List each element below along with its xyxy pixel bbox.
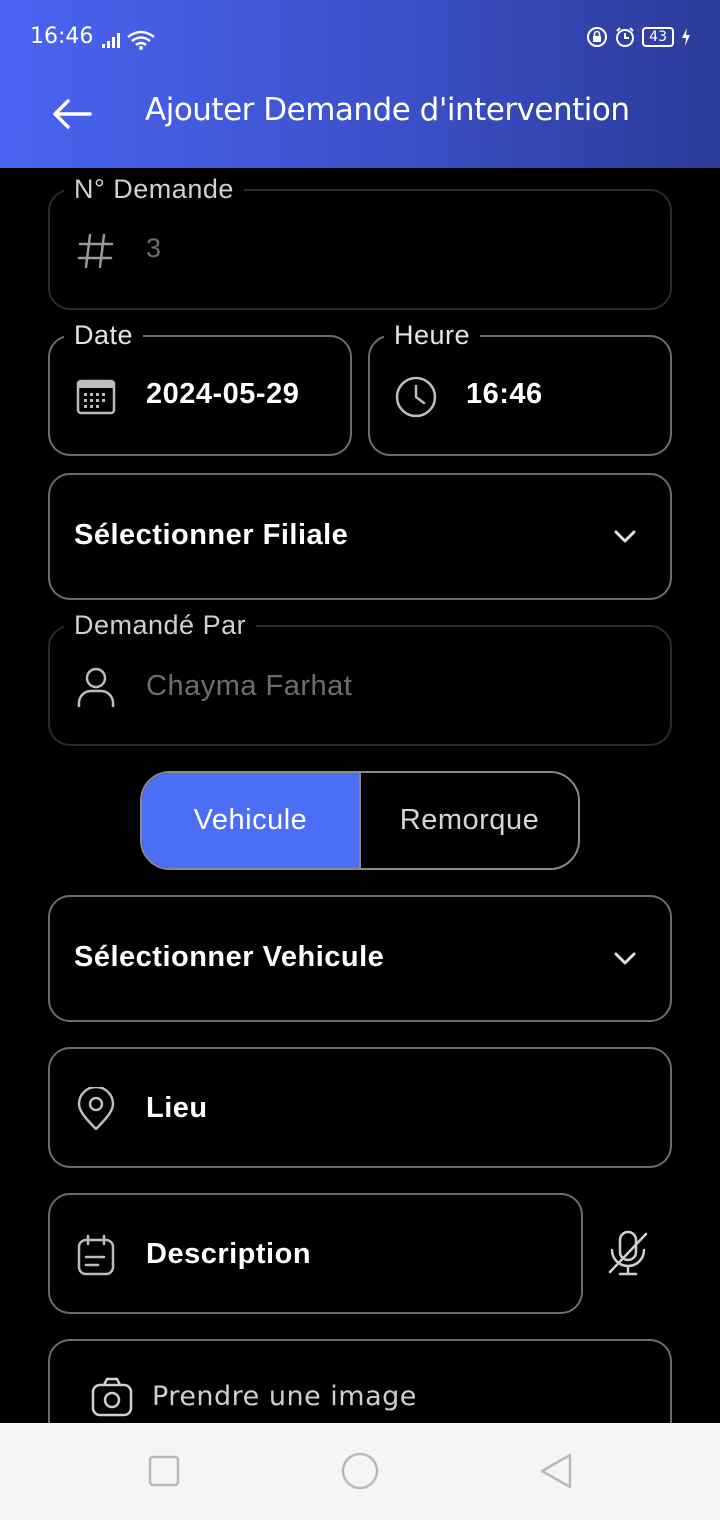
page-title: Ajouter Demande d'intervention — [145, 92, 630, 128]
date-label: Date — [64, 320, 144, 351]
home-icon[interactable] — [340, 1451, 380, 1491]
back-icon[interactable] — [536, 1451, 576, 1491]
lieu-placeholder: Lieu — [146, 1092, 208, 1124]
numero-demande-field: N° Demande 3 — [48, 174, 672, 310]
system-nav-bar — [0, 1423, 720, 1520]
back-arrow-icon[interactable] — [50, 92, 94, 136]
calendar-icon — [76, 379, 116, 415]
image-picker-text: Prendre une image — [152, 1381, 417, 1412]
heure-value: 16:46 — [466, 378, 543, 410]
hash-icon — [77, 233, 114, 269]
vehicule-select-text: Sélectionner Vehicule — [74, 941, 385, 973]
clock-icon — [395, 376, 437, 418]
chevron-down-icon — [614, 530, 636, 543]
charging-icon — [682, 28, 690, 46]
date-value: 2024-05-29 — [146, 378, 300, 410]
segment-remorque[interactable]: Remorque — [359, 773, 578, 868]
signal-wifi-icon — [102, 30, 155, 50]
segment-vehicule[interactable]: Vehicule — [142, 773, 359, 868]
heure-label: Heure — [384, 320, 481, 351]
status-time: 16:46 — [30, 24, 94, 49]
mic-off-icon[interactable] — [604, 1228, 652, 1278]
battery-level: 43 — [642, 27, 674, 47]
filiale-select-text: Sélectionner Filiale — [74, 519, 349, 551]
description-input[interactable]: Description — [48, 1193, 583, 1314]
vehicule-remorque-toggle: Vehicule Remorque — [140, 771, 580, 870]
lieu-input[interactable]: Lieu — [48, 1047, 672, 1168]
filiale-select[interactable]: Sélectionner Filiale — [48, 473, 672, 600]
lock-rotation-icon — [587, 27, 608, 47]
heure-field[interactable]: Heure 16:46 — [368, 320, 672, 456]
numero-demande-label: N° Demande — [64, 174, 244, 205]
status-icons: 43 — [586, 26, 692, 48]
demande-par-label: Demandé Par — [64, 610, 257, 641]
vehicule-select[interactable]: Sélectionner Vehicule — [48, 895, 672, 1022]
note-icon — [77, 1234, 115, 1276]
numero-demande-value: 3 — [146, 233, 162, 263]
demande-par-field: Demandé Par Chayma Farhat — [48, 610, 672, 746]
alarm-icon — [616, 27, 635, 47]
camera-icon — [91, 1377, 133, 1417]
recent-apps-icon[interactable] — [144, 1451, 184, 1491]
location-pin-icon — [77, 1087, 115, 1131]
app-bar: 16:46 43 Ajouter Demande d'intervention — [0, 0, 720, 168]
person-icon — [77, 667, 115, 707]
chevron-down-icon — [614, 952, 636, 965]
description-placeholder: Description — [146, 1238, 312, 1270]
demande-par-value: Chayma Farhat — [146, 670, 353, 702]
date-field[interactable]: Date 2024-05-29 — [48, 320, 352, 456]
